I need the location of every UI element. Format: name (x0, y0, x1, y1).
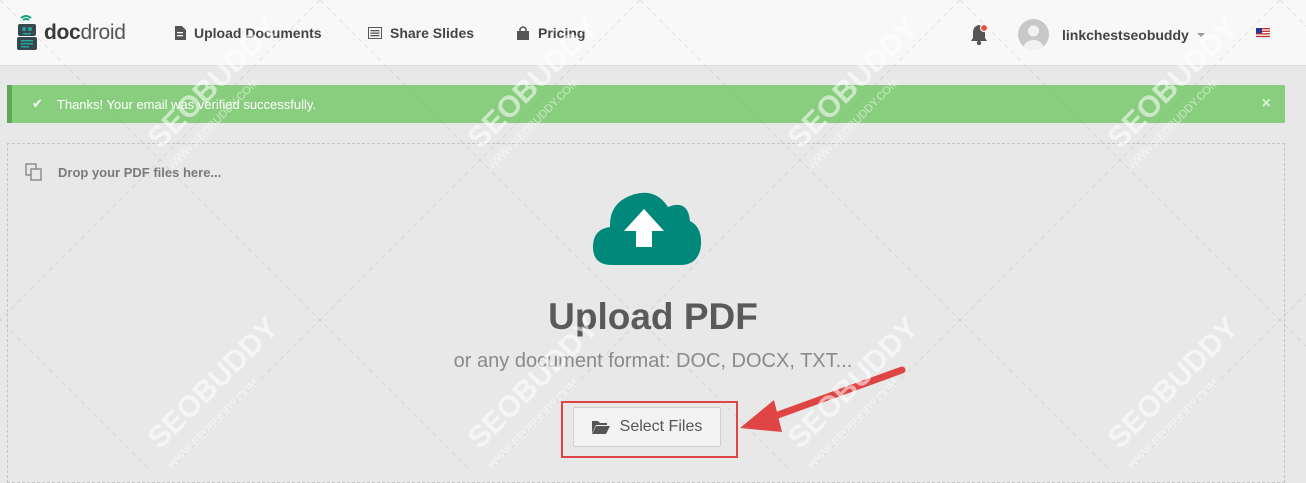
user-menu[interactable]: linkchestseobuddy (1018, 19, 1205, 50)
notification-bell-icon[interactable] (969, 22, 991, 46)
success-alert: ✔ Thanks! Your email was verified succes… (7, 85, 1285, 123)
nav-label: Upload Documents (194, 25, 322, 41)
shopping-bag-icon (517, 26, 529, 40)
drop-hint-text: Drop your PDF files here... (58, 164, 222, 180)
us-flag-icon[interactable] (1256, 28, 1270, 38)
alert-message: Thanks! Your email was verified successf… (56, 96, 317, 112)
navbar: docdroid Upload Documents Share Slides P… (0, 0, 1306, 66)
logo-text: docdroid (44, 21, 126, 44)
nav-upload-documents[interactable]: Upload Documents (174, 25, 322, 41)
username: linkchestseobuddy (1062, 26, 1189, 43)
chevron-down-icon (1196, 32, 1205, 37)
docdroid-logo[interactable]: docdroid (14, 14, 126, 52)
document-icon (175, 26, 186, 40)
cloud-upload-icon (592, 192, 702, 265)
avatar (1018, 19, 1049, 50)
upload-subtitle: or any document format: DOC, DOCX, TXT..… (453, 350, 853, 372)
slides-icon (368, 27, 382, 39)
close-icon[interactable]: × (1262, 95, 1271, 113)
drop-hint: Drop your PDF files here... (25, 163, 221, 181)
upload-title: Upload PDF (548, 296, 758, 337)
robot-logo-icon (17, 15, 37, 50)
nav-pricing[interactable]: Pricing (516, 25, 585, 41)
nav-share-slides[interactable]: Share Slides (368, 25, 474, 41)
nav-label: Pricing (538, 25, 586, 41)
annotation-arrow (740, 366, 906, 432)
nav-label: Share Slides (390, 25, 475, 41)
check-icon: ✔ (32, 96, 43, 111)
copy-files-icon (25, 163, 42, 181)
annotation-highlight-box (561, 401, 738, 458)
